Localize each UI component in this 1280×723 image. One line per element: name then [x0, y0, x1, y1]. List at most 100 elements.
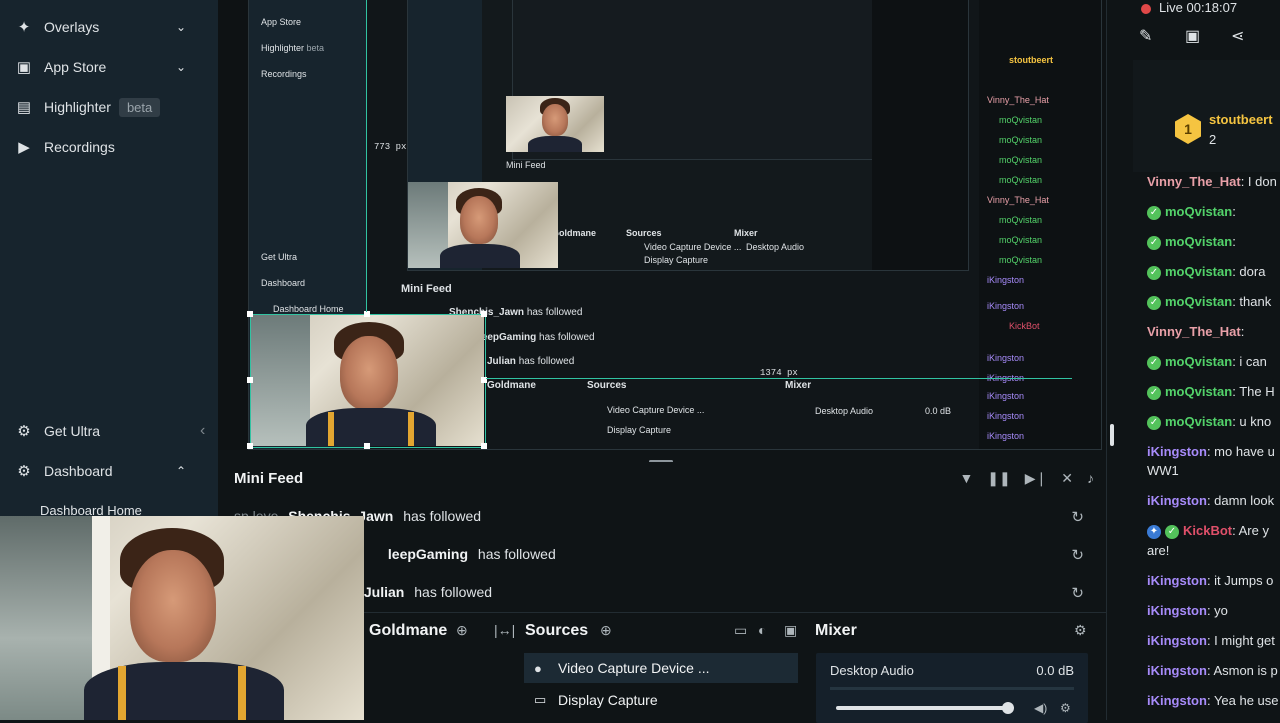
- resize-handle[interactable]: [247, 377, 253, 383]
- chat-username[interactable]: iKingston: [1147, 493, 1207, 508]
- nested-chat-user: Vinny_The_Hat: [987, 195, 1049, 205]
- live-timer: 00:18:07: [1186, 0, 1238, 15]
- chat-text: are!: [1147, 543, 1170, 558]
- chat-message: ✓ moQvistan: dora: [1147, 264, 1280, 280]
- repeat-icon[interactable]: ↻: [1071, 584, 1084, 602]
- chat-message: iKingston: mo have u: [1147, 444, 1275, 459]
- chat-username[interactable]: iKingston: [1147, 603, 1207, 618]
- chat-username[interactable]: moQvistan: [1165, 204, 1232, 219]
- selective-recording-icon[interactable]: ◐: [758, 622, 766, 638]
- chat-scrollbar[interactable]: [1110, 424, 1114, 446]
- top-supporter-count: 2: [1209, 132, 1217, 147]
- scene-collection-name[interactable]: Goldmane: [369, 622, 447, 640]
- nested-feed-user: leepGaming: [479, 332, 537, 343]
- verified-icon: ✓: [1147, 385, 1161, 400]
- chat-text: i can: [1239, 354, 1267, 369]
- ultra-icon: ⚙: [17, 423, 31, 440]
- chat-username[interactable]: iKingston: [1147, 663, 1207, 678]
- add-source-icon[interactable]: ⊕: [600, 622, 612, 639]
- chat-text: Yea he use: [1213, 693, 1279, 708]
- chat-username[interactable]: moQvistan: [1165, 294, 1232, 309]
- top-supporter-card: 1 stoutbeert 2: [1133, 60, 1280, 172]
- nested-chat-user: moQvistan: [999, 235, 1043, 245]
- chat-username[interactable]: moQvistan: [1165, 234, 1232, 249]
- nested-nav-highlighter: Highlighter: [261, 43, 305, 53]
- selection-frame[interactable]: [250, 314, 486, 448]
- chat-text: I don: [1247, 174, 1277, 189]
- beta-badge: beta: [118, 97, 161, 117]
- stream-preview[interactable]: App Store Highlighter beta Recordings Ge…: [218, 0, 1106, 450]
- sidebar-item-label: Dashboard: [44, 463, 113, 479]
- chat-message: ✓ moQvistan: The H: [1147, 384, 1280, 400]
- bot-icon: ✦: [1147, 524, 1161, 539]
- chat-username[interactable]: moQvistan: [1165, 354, 1232, 369]
- sidebar-item-overlays[interactable]: ✦ Overlays ⌄: [0, 7, 218, 47]
- chat-username[interactable]: KickBot: [1183, 523, 1232, 538]
- resize-handle[interactable]: [481, 311, 487, 317]
- chat-username[interactable]: iKingston: [1147, 573, 1207, 588]
- chevron-down-icon[interactable]: ⌄: [176, 60, 186, 74]
- resize-handle[interactable]: [364, 443, 370, 449]
- chevron-up-icon[interactable]: ⌃: [176, 464, 186, 478]
- add-scene-icon[interactable]: ⊕: [456, 622, 468, 639]
- chat-username[interactable]: moQvistan: [1165, 384, 1232, 399]
- nested-scene-label: Goldmane: [487, 380, 536, 391]
- source-item[interactable]: ▭ Display Capture: [524, 685, 798, 715]
- repeat-icon[interactable]: ↻: [1071, 508, 1084, 526]
- add-folder-icon[interactable]: ▣: [784, 622, 797, 639]
- source-folder-icon[interactable]: ▭: [734, 622, 747, 639]
- chat-text: thank: [1239, 294, 1272, 309]
- chat-username[interactable]: Vinny_The_Hat: [1147, 174, 1241, 189]
- nested-nav-dashboard: Dashboard: [261, 278, 306, 288]
- resize-handle[interactable]: [364, 311, 370, 317]
- collapse-sidebar-icon[interactable]: ‹: [200, 422, 205, 440]
- pause-icon[interactable]: ❚❚: [987, 470, 1010, 487]
- speaker-icon[interactable]: ◀): [1034, 701, 1047, 715]
- gear-icon[interactable]: ⚙: [1074, 622, 1087, 639]
- sidebar-item-label: Get Ultra: [44, 423, 101, 439]
- volume-slider-track[interactable]: [836, 706, 1008, 710]
- volume-slider-thumb[interactable]: [1002, 702, 1014, 714]
- sidebar-item-app-store[interactable]: ▣ App Store ⌄: [0, 47, 218, 87]
- sidebar-item-dashboard[interactable]: ⚙ Dashboard ⌃: [0, 451, 218, 491]
- verified-icon: ✓: [1147, 295, 1161, 310]
- chat-text: mo have u: [1214, 444, 1275, 459]
- sidebar-item-highlighter[interactable]: ▤ Highlighter beta: [0, 87, 218, 127]
- filter-icon[interactable]: ▼: [959, 470, 973, 487]
- chat-text: u kno: [1239, 414, 1272, 429]
- repeat-icon[interactable]: ↻: [1071, 546, 1084, 564]
- scene-transition-icon[interactable]: |↔|: [494, 622, 515, 638]
- chat-username[interactable]: iKingston: [1147, 444, 1207, 459]
- chat-username[interactable]: moQvistan: [1165, 264, 1232, 279]
- nested-beta: beta: [306, 43, 325, 53]
- resize-handle[interactable]: [481, 443, 487, 449]
- nested-chat-user: iKingston: [987, 353, 1025, 363]
- resize-handle[interactable]: [247, 311, 253, 317]
- sidebar-item-label: App Store: [44, 59, 107, 75]
- chat-panel: Live 00:18:07 ✎ ▣ ⋖ 1 stoutbeert 2 Vinny…: [1106, 0, 1280, 720]
- edit-icon[interactable]: ✎: [1139, 26, 1152, 46]
- nested-nav-dashboard-home: Dashboard Home: [273, 304, 344, 314]
- source-item[interactable]: ● Video Capture Device ...: [524, 653, 798, 683]
- chat-username[interactable]: iKingston: [1147, 633, 1207, 648]
- skip-icon[interactable]: ▶❘: [1025, 470, 1048, 487]
- nested-preview-2: Mini Feed Goldmane Sources Mixer Video C…: [407, 0, 969, 271]
- chevron-down-icon[interactable]: ⌄: [176, 20, 186, 34]
- sidebar-item-get-ultra[interactable]: ⚙ Get Ultra: [0, 411, 218, 451]
- share-icon[interactable]: ⋖: [1231, 26, 1244, 46]
- volume-icon[interactable]: ♪: [1087, 470, 1094, 487]
- record-clip-icon[interactable]: ▣: [1185, 26, 1200, 46]
- chat-message: iKingston: it Jumps o: [1147, 573, 1274, 588]
- resize-handle[interactable]: [247, 443, 253, 449]
- nested-feed-user: Julian: [487, 356, 516, 367]
- gear-icon[interactable]: ⚙: [1060, 701, 1071, 715]
- chat-text: damn look: [1214, 493, 1275, 508]
- mute-alerts-icon[interactable]: ✕: [1061, 470, 1073, 487]
- chat-username[interactable]: iKingston: [1147, 693, 1207, 708]
- nested-chat-user: iKingston: [987, 301, 1025, 311]
- chat-message: iKingston: damn look: [1147, 493, 1275, 508]
- sidebar-item-recordings[interactable]: ▶ Recordings: [0, 127, 218, 167]
- webcam-overlay: [0, 516, 364, 720]
- chat-username[interactable]: Vinny_The_Hat: [1147, 324, 1241, 339]
- chat-username[interactable]: moQvistan: [1165, 414, 1232, 429]
